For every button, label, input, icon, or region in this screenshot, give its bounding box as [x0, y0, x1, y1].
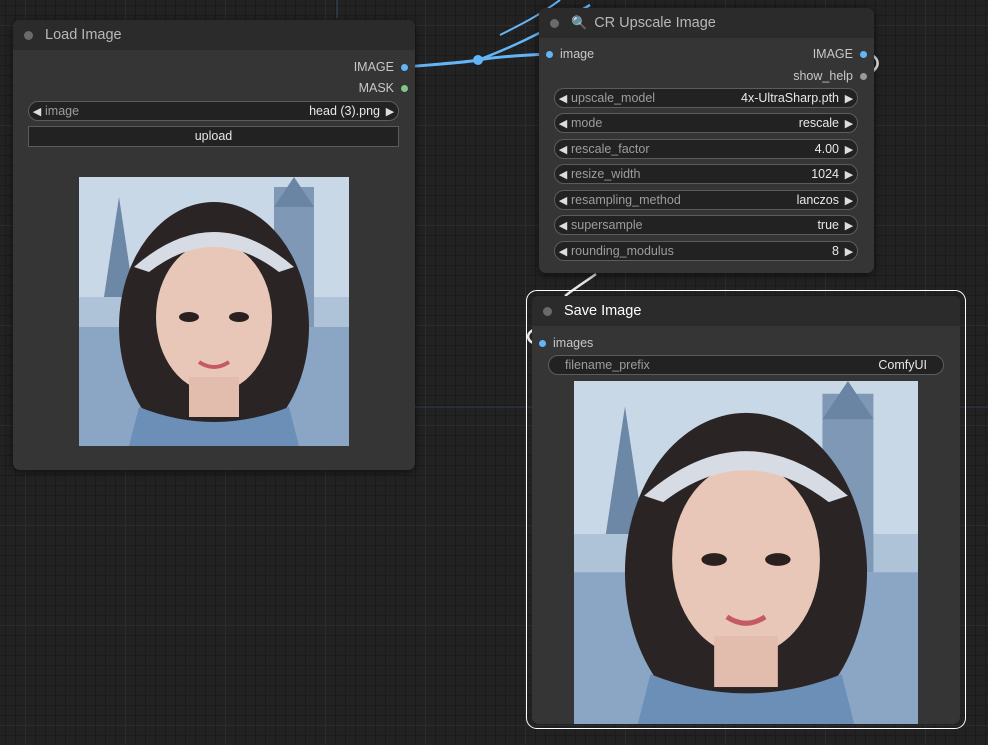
increment-arrow-icon[interactable]: ▶ [841, 245, 857, 258]
input-label-image: image [560, 47, 595, 61]
widget-value: lanczos [796, 193, 839, 207]
output-label-mask: MASK [358, 81, 394, 95]
widget-value: rescale [798, 116, 839, 130]
image-combo-widget[interactable]: ◀ image head (3).png ▶ [28, 101, 399, 121]
widget-value: ComfyUI [878, 358, 927, 372]
decrement-arrow-icon[interactable]: ◀ [555, 245, 571, 258]
rescale-factor-widget[interactable]: ◀ rescale_factor 4.00 ▶ [554, 139, 858, 159]
input-dot-image-icon[interactable] [546, 50, 553, 58]
mode-widget[interactable]: ◀ mode rescale ▶ [554, 113, 858, 133]
magnifier-icon: 🔍 [571, 15, 588, 30]
output-dot-image-icon[interactable] [860, 50, 867, 58]
image-widget-label: image [45, 104, 80, 118]
output-slot-image[interactable]: IMAGE [353, 59, 408, 75]
widget-value: 4.00 [814, 142, 839, 156]
upscale-image-node[interactable]: 🔍 CR Upscale Image image IMAGE show_help… [539, 8, 874, 273]
filename-prefix-widget[interactable]: filename_prefix ComfyUI [548, 355, 944, 375]
input-slot-image[interactable]: image [546, 46, 595, 62]
portrait-image [574, 381, 918, 724]
save-image-title-bar[interactable]: Save Image [532, 296, 960, 326]
resampling-method-widget[interactable]: ◀ resampling_method lanczos ▶ [554, 190, 858, 210]
increment-arrow-icon[interactable]: ▶ [382, 105, 398, 118]
load-image-node[interactable]: Load Image IMAGE MASK ◀ image head (3).p… [13, 20, 415, 470]
output-dot-show-help-icon[interactable] [860, 72, 867, 80]
increment-arrow-icon[interactable]: ▶ [841, 117, 857, 130]
widget-value: 1024 [811, 167, 839, 181]
load-image-title-bar[interactable]: Load Image [13, 20, 415, 50]
decrement-arrow-icon[interactable]: ◀ [555, 92, 571, 105]
increment-arrow-icon[interactable]: ▶ [841, 92, 857, 105]
input-dot-images-icon[interactable] [539, 339, 546, 347]
image-widget-value: head (3).png [309, 104, 380, 118]
widget-label: resize_width [571, 167, 641, 181]
increment-arrow-icon[interactable]: ▶ [841, 168, 857, 181]
save-image-node[interactable]: Save Image images filename_prefix ComfyU… [532, 296, 960, 724]
portrait-image [79, 177, 349, 446]
load-image-preview [79, 177, 349, 446]
input-label-images: images [553, 336, 594, 350]
output-label-show-help: show_help [793, 69, 853, 83]
widget-label: rescale_factor [571, 142, 650, 156]
increment-arrow-icon[interactable]: ▶ [841, 194, 857, 207]
output-slot-mask[interactable]: MASK [358, 80, 408, 96]
output-dot-mask-icon[interactable] [401, 84, 408, 92]
rounding-modulus-widget[interactable]: ◀ rounding_modulus 8 ▶ [554, 241, 858, 261]
widget-label: rounding_modulus [571, 244, 674, 258]
output-label-image: IMAGE [353, 60, 394, 74]
link-midpoint-handle[interactable] [473, 55, 483, 65]
increment-arrow-icon[interactable]: ▶ [841, 143, 857, 156]
collapse-dot-icon[interactable] [24, 30, 33, 40]
decrement-arrow-icon[interactable]: ◀ [555, 143, 571, 156]
output-dot-image-icon[interactable] [401, 63, 408, 71]
supersample-widget[interactable]: ◀ supersample true ▶ [554, 215, 858, 235]
widget-label: resampling_method [571, 193, 681, 207]
output-slot-show-help[interactable]: show_help [793, 68, 867, 84]
widget-label: upscale_model [571, 91, 656, 105]
decrement-arrow-icon[interactable]: ◀ [555, 168, 571, 181]
upscale-title-bar[interactable]: 🔍 CR Upscale Image [539, 8, 874, 38]
widget-label: supersample [571, 218, 643, 232]
decrement-arrow-icon[interactable]: ◀ [555, 117, 571, 130]
save-image-title: Save Image [564, 303, 642, 319]
output-label-image: IMAGE [812, 47, 853, 61]
widget-value: true [817, 218, 839, 232]
upscale-model-widget[interactable]: ◀ upscale_model 4x-UltraSharp.pth ▶ [554, 88, 858, 108]
widget-label: mode [571, 116, 603, 130]
save-image-preview [574, 381, 918, 724]
link-image-to-upscale[interactable] [404, 52, 550, 69]
upscale-title: CR Upscale Image [594, 15, 716, 31]
widget-value: 4x-UltraSharp.pth [741, 91, 839, 105]
widget-label: filename_prefix [565, 358, 650, 372]
widget-value: 8 [832, 244, 839, 258]
collapse-dot-icon[interactable] [550, 18, 559, 28]
decrement-arrow-icon[interactable]: ◀ [555, 194, 571, 207]
resize-width-widget[interactable]: ◀ resize_width 1024 ▶ [554, 164, 858, 184]
output-slot-image[interactable]: IMAGE [812, 46, 867, 62]
input-slot-images[interactable]: images [539, 335, 594, 351]
increment-arrow-icon[interactable]: ▶ [841, 219, 857, 232]
decrement-arrow-icon[interactable]: ◀ [29, 105, 45, 118]
upload-button[interactable]: upload [28, 126, 399, 147]
decrement-arrow-icon[interactable]: ◀ [555, 219, 571, 232]
load-image-title: Load Image [45, 27, 122, 43]
collapse-dot-icon[interactable] [543, 306, 552, 316]
